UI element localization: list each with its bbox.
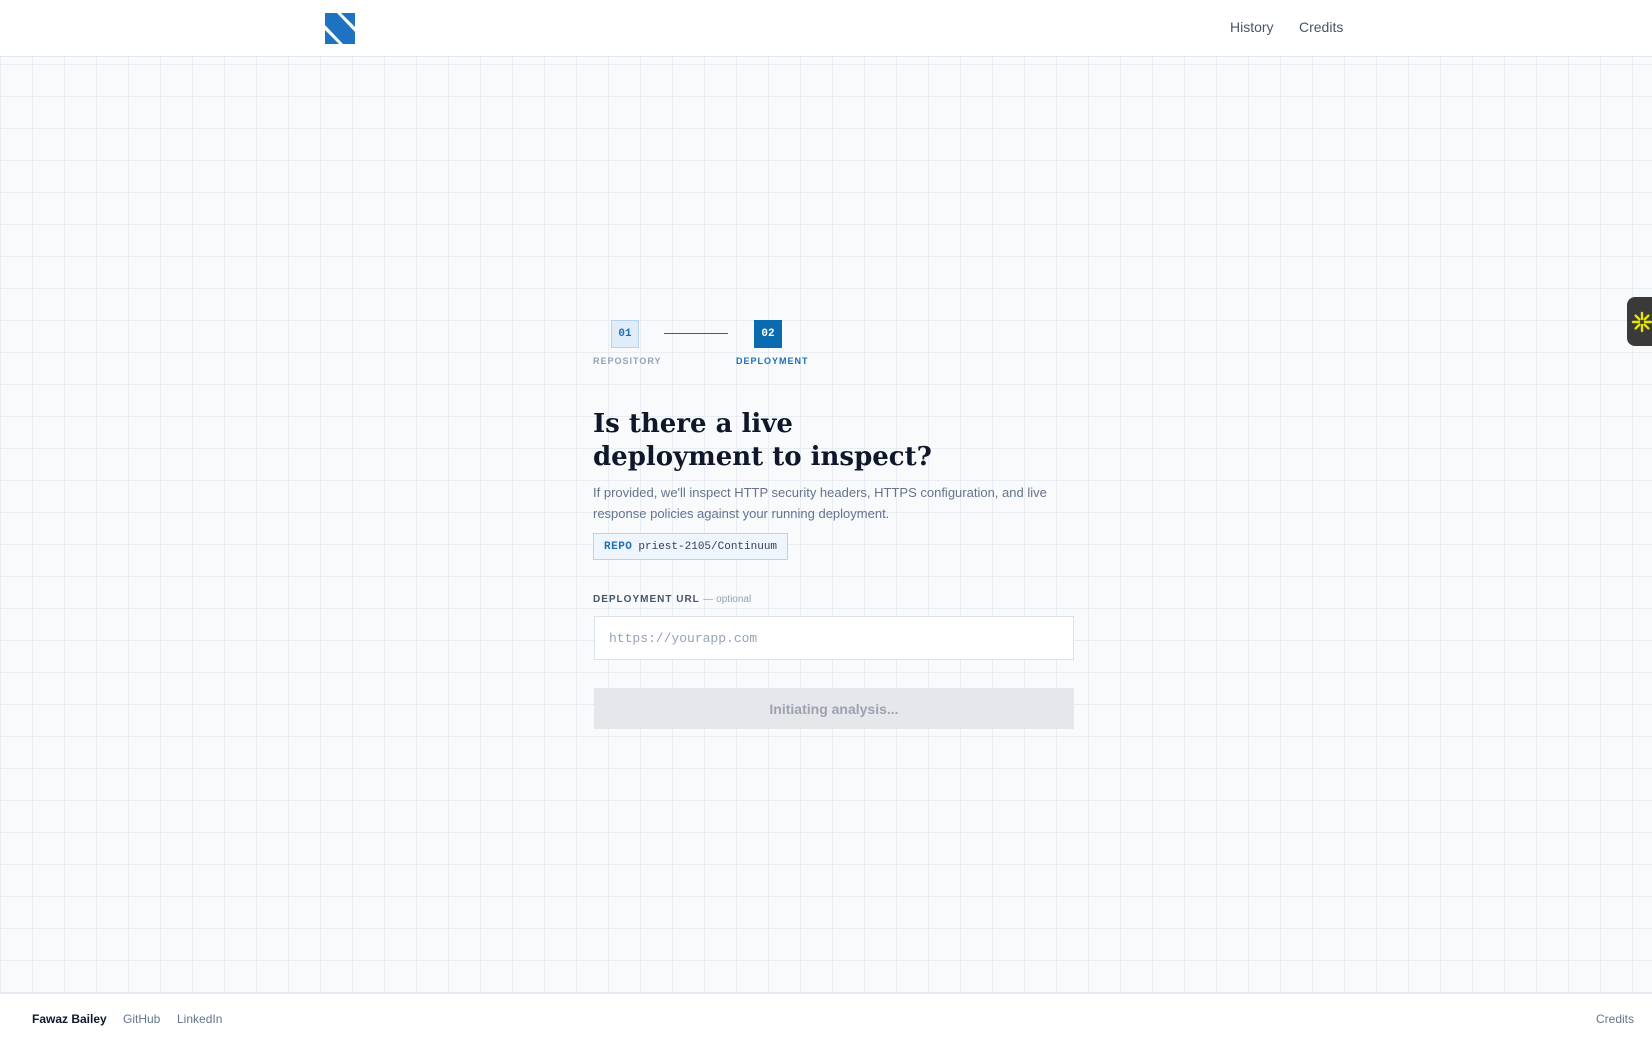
nav-credits-link[interactable]: Credits (1299, 19, 1343, 35)
page-title-line-2: deployment to inspect? (593, 442, 932, 472)
top-navbar: History Credits (0, 0, 1652, 57)
footer-linkedin-link[interactable]: LinkedIn (177, 1012, 222, 1026)
progress-stepper: 01 02 REPOSITORY DEPLOYMENT (593, 320, 813, 370)
optional-hint: — optional (703, 594, 752, 605)
asterisk-spark-icon (1631, 311, 1652, 332)
page-description: If provided, we'll inspect HTTP security… (593, 485, 1047, 521)
footer-credits-link[interactable]: Credits (1596, 1012, 1634, 1026)
step-1-label: REPOSITORY (593, 356, 662, 366)
footer-author: Fawaz Bailey (32, 1012, 107, 1026)
step-2-badge: 02 (754, 320, 782, 348)
deployment-url-input[interactable] (594, 616, 1074, 660)
step-2-label: DEPLOYMENT (736, 356, 809, 366)
nav-history-link[interactable]: History (1230, 19, 1274, 35)
page-footer: Fawaz Bailey GitHub LinkedIn Credits (0, 993, 1652, 1041)
initiate-analysis-button[interactable]: Initiating analysis... (594, 688, 1074, 729)
step-1-badge[interactable]: 01 (611, 320, 639, 348)
page-title: Is there a live deployment to inspect? (593, 408, 1053, 474)
repo-tag-label: REPO (604, 540, 633, 553)
deployment-url-label: DEPLOYMENT URL — optional (593, 594, 751, 605)
page-title-line-1: Is there a live (593, 409, 793, 439)
footer-github-link[interactable]: GitHub (123, 1012, 160, 1026)
repo-name: priest-2105/Continuum (638, 540, 778, 553)
step-connector (664, 333, 728, 334)
side-assistant-widget[interactable] (1627, 297, 1652, 346)
s-logo-icon[interactable] (325, 13, 355, 44)
deployment-url-label-text: DEPLOYMENT URL (593, 594, 700, 605)
repo-badge: REPO priest-2105/Continuum (593, 533, 789, 560)
